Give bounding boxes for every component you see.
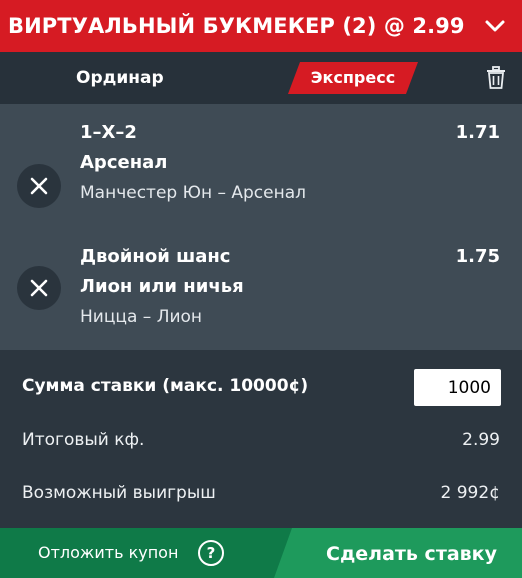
tab-single[interactable]: Ординар [76, 52, 164, 104]
postpone-coupon-button[interactable]: Отложить купон [38, 528, 178, 578]
bet-pick: Лион или ничья [80, 276, 244, 297]
bet-list: 1–X–2 Арсенал Манчестер Юн – Арсенал 1.7… [0, 104, 522, 350]
place-bet-button[interactable]: Сделать ставку [326, 528, 497, 578]
bet-market: Двойной шанс [80, 246, 231, 267]
bet-summary: Сумма ставки (макс. 10000¢) Итоговый кф.… [0, 350, 522, 528]
close-icon [30, 279, 48, 297]
bet-item: Двойной шанс Лион или ничья Ницца – Лион… [0, 246, 522, 358]
bet-odds: 1.75 [455, 246, 500, 267]
tab-express-label: Экспресс [310, 68, 396, 87]
bet-market: 1–X–2 [80, 122, 137, 143]
remove-bet-button[interactable] [17, 266, 61, 310]
payout-label: Возможный выигрыш [22, 483, 216, 503]
help-icon[interactable]: ? [198, 540, 224, 566]
bet-odds: 1.71 [455, 122, 500, 143]
bet-match: Ницца – Лион [80, 307, 203, 327]
bet-type-tabs: Ординар Экспресс [0, 52, 522, 104]
total-odds-label: Итоговый кф. [22, 430, 145, 450]
chevron-down-icon[interactable] [484, 15, 506, 37]
remove-bet-button[interactable] [17, 164, 61, 208]
stake-label: Сумма ставки (макс. 10000¢) [22, 376, 309, 396]
bet-item: 1–X–2 Арсенал Манчестер Юн – Арсенал 1.7… [0, 122, 522, 234]
total-odds-value: 2.99 [462, 430, 500, 450]
bet-pick: Арсенал [80, 152, 168, 173]
coupon-title: ВИРТУАЛЬНЫЙ БУКМЕКЕР (2) @ 2.99 [8, 14, 465, 38]
coupon-footer: Отложить купон ? Сделать ставку [0, 528, 522, 578]
payout-value: 2 992¢ [440, 483, 500, 503]
tab-express[interactable]: Экспресс [288, 62, 418, 94]
stake-input[interactable] [414, 369, 501, 406]
trash-icon[interactable] [486, 66, 506, 90]
coupon-header[interactable]: ВИРТУАЛЬНЫЙ БУКМЕКЕР (2) @ 2.99 [0, 0, 522, 52]
close-icon [30, 177, 48, 195]
bet-match: Манчестер Юн – Арсенал [80, 183, 307, 203]
